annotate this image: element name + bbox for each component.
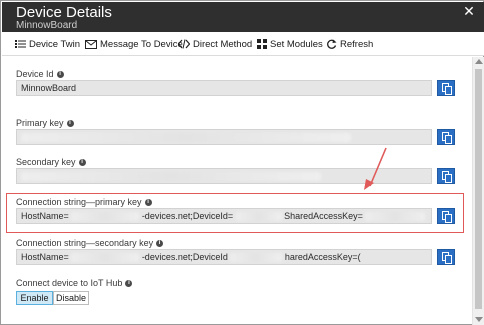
scrollbar[interactable] [472, 57, 484, 325]
refresh-icon [327, 39, 337, 49]
conn-secondary-deviceid: -devices.net;DeviceId [141, 252, 228, 262]
blade-header: Device Details MinnowBoard ✕ [2, 2, 484, 32]
conn-secondary-sak: haredAccessKey=( [284, 252, 361, 262]
device-id-label-text: Device Id [16, 69, 54, 79]
set-modules-button[interactable]: Set Modules [257, 36, 323, 52]
secondary-key-field[interactable] [16, 168, 432, 184]
copy-secondary-key-button[interactable] [437, 168, 455, 184]
modules-icon [257, 39, 267, 49]
device-twin-button[interactable]: Device Twin [15, 36, 80, 52]
secondary-key-label: Secondary key i [16, 157, 86, 167]
close-icon[interactable]: ✕ [462, 4, 476, 18]
primary-key-label-text: Primary key [16, 118, 64, 128]
info-icon: i [56, 70, 64, 78]
page-title: Device Details [16, 4, 112, 21]
redacted-primary-key [21, 133, 351, 143]
device-id-field[interactable]: MinnowBoard [16, 80, 432, 96]
disable-toggle-button[interactable]: Disable [53, 291, 89, 305]
copy-primary-key-button[interactable] [437, 129, 455, 145]
message-to-device-label: Message To Device [100, 38, 183, 50]
conn-primary-sak: SharedAccessKey= [284, 211, 363, 221]
enable-toggle-button[interactable]: Enable [16, 291, 53, 305]
redacted-access-key [365, 212, 426, 222]
redacted-secondary-key [21, 172, 321, 182]
conn-secondary-label: Connection string—secondary key i [16, 238, 164, 248]
refresh-label: Refresh [340, 38, 374, 50]
info-icon: i [144, 198, 152, 206]
scroll-down-arrow-icon[interactable] [475, 317, 483, 322]
redacted-device-id [235, 212, 282, 222]
scrollbar-thumb[interactable] [475, 69, 482, 309]
set-modules-label: Set Modules [270, 38, 323, 50]
conn-primary-label: Connection string—primary key i [16, 197, 152, 207]
copy-conn-secondary-button[interactable] [437, 249, 455, 265]
primary-key-label: Primary key i [16, 118, 74, 128]
info-icon: i [66, 119, 74, 127]
info-icon: i [156, 239, 164, 247]
conn-primary-deviceid: -devices.net;DeviceId= [141, 211, 234, 221]
direct-method-button[interactable]: Direct Method [178, 36, 252, 52]
redacted-hub-name [71, 212, 140, 222]
device-id-label: Device Id i [16, 69, 64, 79]
device-twin-label: Device Twin [29, 38, 81, 50]
secondary-key-label-text: Secondary key [16, 157, 76, 167]
direct-method-label: Direct Method [193, 38, 253, 50]
info-icon: i [78, 158, 86, 166]
copy-conn-primary-button[interactable] [437, 208, 455, 224]
device-id-value: MinnowBoard [21, 83, 77, 93]
conn-primary-field[interactable]: HostName= -devices.net;DeviceId= SharedA… [16, 208, 432, 224]
code-icon [178, 39, 190, 49]
conn-secondary-field[interactable]: HostName= -devices.net;DeviceId haredAcc… [16, 249, 432, 265]
copy-device-id-button[interactable] [437, 80, 455, 96]
page-subtitle: MinnowBoard [16, 20, 78, 31]
scroll-up-arrow-icon[interactable] [475, 59, 483, 64]
redacted-device-id [230, 253, 283, 263]
conn-secondary-label-text: Connection string—secondary key [16, 238, 154, 248]
conn-primary-hostname: HostName= [21, 211, 69, 221]
conn-secondary-hostname: HostName= [21, 252, 69, 262]
device-twin-icon [15, 40, 26, 48]
info-icon: i [125, 279, 133, 287]
iot-hub-label-text: Connect device to IoT Hub [16, 278, 123, 288]
primary-key-field[interactable] [16, 129, 432, 145]
toolbar: Device Twin Message To Device Direct Met… [2, 32, 484, 56]
redacted-hub-name [71, 253, 140, 263]
refresh-button[interactable]: Refresh [326, 36, 373, 52]
message-to-device-button[interactable]: Message To Device [85, 36, 183, 52]
envelope-icon [85, 39, 97, 49]
conn-primary-label-text: Connection string—primary key [16, 197, 142, 207]
iot-hub-label: Connect device to IoT Hub i [16, 278, 133, 288]
